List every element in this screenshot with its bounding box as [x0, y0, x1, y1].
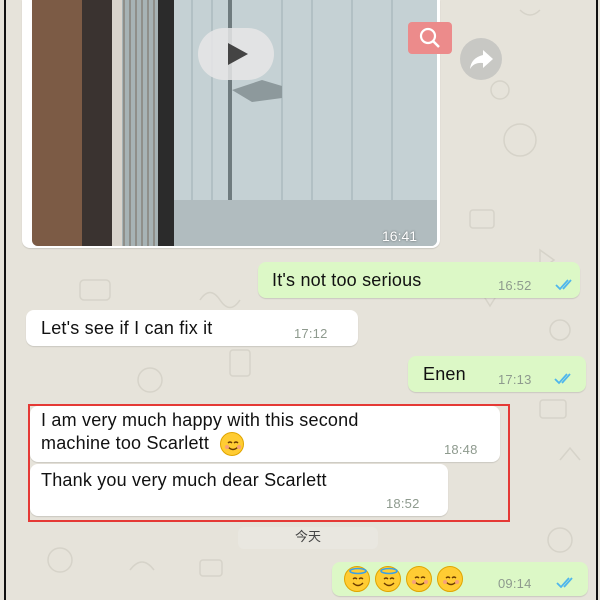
emoji-row: [344, 566, 468, 592]
message-text: It's not too serious: [272, 270, 422, 290]
forward-button[interactable]: [460, 38, 502, 80]
message-time: 09:14: [498, 576, 532, 591]
message-incoming[interactable]: Thank you very much dear Scarlett 18:52: [30, 464, 448, 516]
play-icon: [228, 43, 248, 65]
message-outgoing[interactable]: 09:14: [332, 562, 588, 596]
left-frame-edge: [4, 0, 6, 600]
smiling-face-emoji: [406, 566, 432, 592]
message-outgoing[interactable]: It's not too serious 16:52: [258, 262, 580, 298]
halo-face-emoji: [375, 566, 401, 592]
date-divider: 今天: [238, 527, 378, 549]
right-frame-edge: [596, 0, 598, 600]
message-text: machine too Scarlett: [41, 432, 210, 453]
message-time: 18:52: [386, 496, 420, 511]
message-outgoing[interactable]: Enen 17:13: [408, 356, 586, 392]
message-text: Enen: [423, 364, 466, 384]
read-ticks-icon: [555, 279, 572, 291]
message-time: 18:48: [444, 442, 478, 457]
search-icon: [419, 27, 440, 48]
search-button[interactable]: [408, 22, 452, 54]
video-timestamp: 16:41: [382, 228, 418, 244]
message-time: 16:52: [498, 278, 532, 293]
read-ticks-icon: [554, 373, 571, 385]
read-ticks-icon: [556, 577, 573, 589]
message-text-line-1: I am very much happy with this second: [41, 410, 359, 430]
message-text-line-2: machine too Scarlett: [41, 432, 249, 456]
message-time: 17:13: [498, 372, 532, 387]
smiling-face-emoji: [437, 566, 463, 592]
message-incoming[interactable]: I am very much happy with this second ma…: [30, 406, 500, 462]
message-text: Let's see if I can fix it: [41, 318, 213, 338]
message-text: Thank you very much dear Scarlett: [41, 470, 327, 490]
forward-icon: [470, 50, 493, 69]
halo-face-emoji: [344, 566, 370, 592]
smiling-face-emoji: [220, 432, 245, 456]
message-time: 17:12: [294, 326, 328, 341]
play-button[interactable]: [198, 28, 274, 80]
message-incoming[interactable]: Let's see if I can fix it 17:12: [26, 310, 358, 346]
